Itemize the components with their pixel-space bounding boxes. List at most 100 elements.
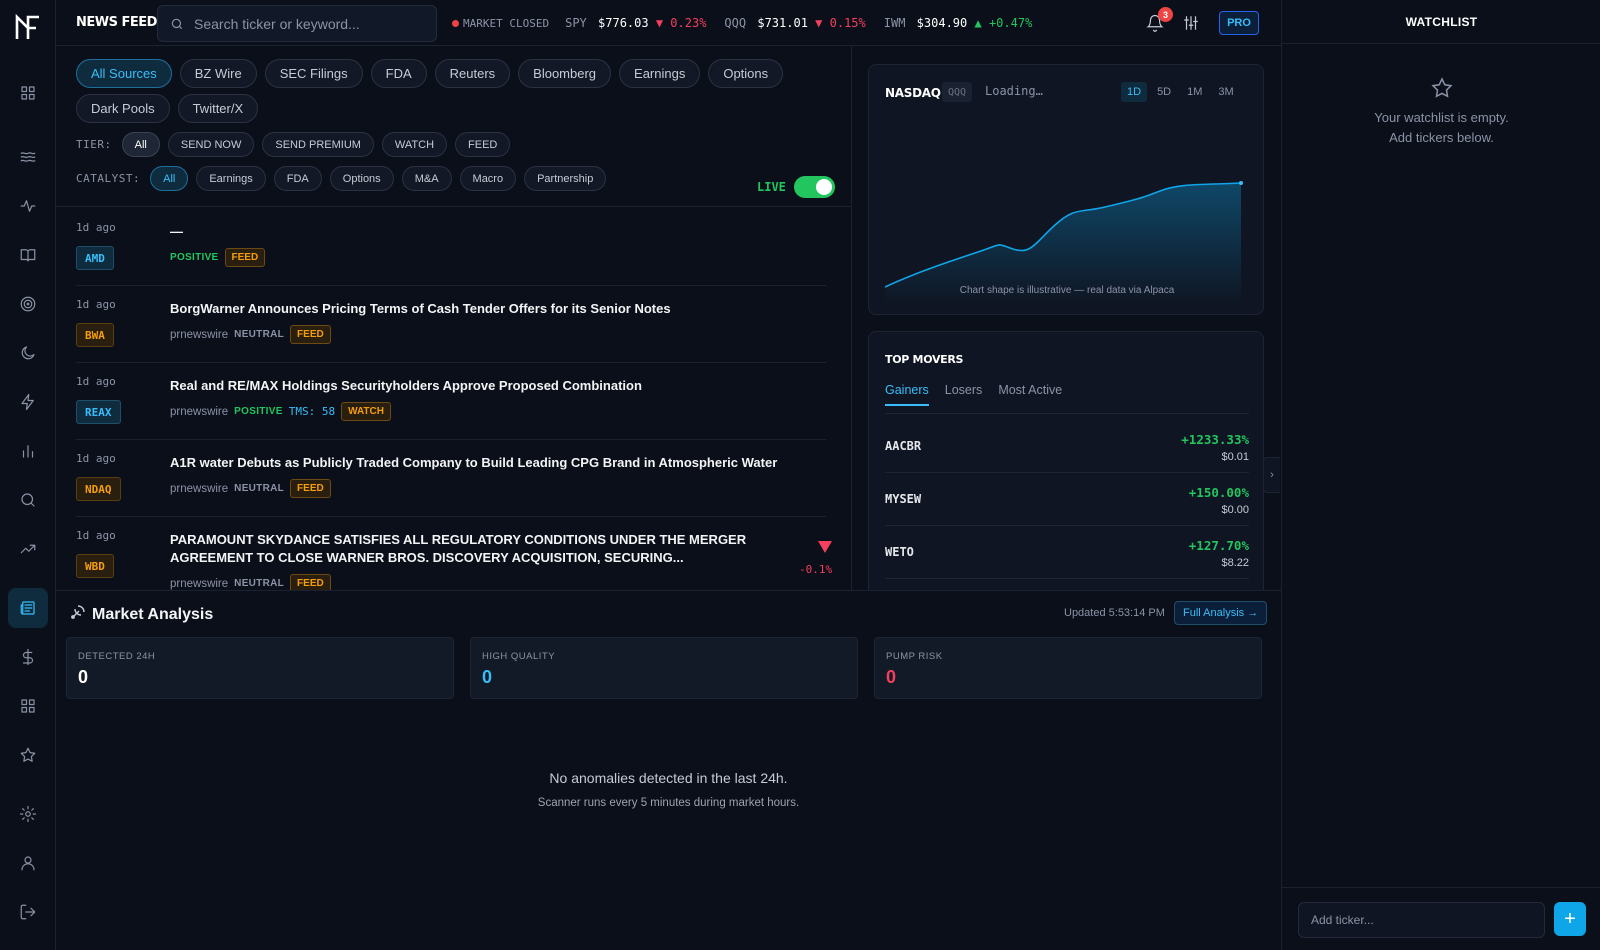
stat-label: PUMP RISK <box>886 651 943 662</box>
source-chip-dark-pools[interactable]: Dark Pools <box>76 94 170 123</box>
add-ticker-button[interactable]: + <box>1554 902 1586 936</box>
moon-icon[interactable] <box>8 333 48 373</box>
catalyst-chip-ma[interactable]: M&A <box>401 166 452 191</box>
ticker-badge[interactable]: BWA <box>76 323 114 347</box>
sentiment-label: POSITIVE <box>234 406 283 417</box>
target-icon[interactable] <box>8 284 48 324</box>
ticker-change: 0.15% <box>829 16 866 30</box>
source-chip-twitter[interactable]: Twitter/X <box>177 94 259 123</box>
ticker-badge[interactable]: AMD <box>76 246 114 270</box>
app-logo[interactable] <box>14 13 42 42</box>
source-chip-reuters[interactable]: Reuters <box>434 59 511 88</box>
news-headline[interactable]: Real and RE/MAX Holdings Securityholders… <box>170 377 790 395</box>
catalyst-chip-earnings[interactable]: Earnings <box>196 166 266 191</box>
source-chip-options[interactable]: Options <box>708 59 784 88</box>
news-icon[interactable] <box>8 588 48 628</box>
news-headline[interactable]: PARAMOUNT SKYDANCE SATISFIES ALL REGULAT… <box>170 531 790 567</box>
lightning-icon[interactable] <box>8 382 48 422</box>
mover-row[interactable]: WETO +127.70% $8.22 <box>885 526 1249 579</box>
tier-chip-watch[interactable]: WATCH <box>381 132 448 157</box>
stat-label: DETECTED 24H <box>78 651 156 662</box>
flow-icon[interactable] <box>8 137 48 177</box>
tab-most-active[interactable]: Most Active <box>998 383 1062 406</box>
news-item[interactable]: 1d ago AMD — POSITIVE FEED <box>76 207 826 286</box>
range-1d[interactable]: 1D <box>1121 82 1148 102</box>
tab-losers[interactable]: Losers <box>945 383 983 406</box>
news-headline[interactable]: A1R water Debuts as Publicly Traded Comp… <box>170 454 790 472</box>
source-chip-bz-wire[interactable]: BZ Wire <box>179 59 257 88</box>
news-source: prnewswire <box>170 405 229 418</box>
tier-chip-all[interactable]: All <box>121 132 160 157</box>
news-item[interactable]: 1d ago REAX Real and RE/MAX Holdings Sec… <box>76 361 826 440</box>
source-chip-fda[interactable]: FDA <box>370 59 427 88</box>
tier-chip-feed[interactable]: FEED <box>455 132 511 157</box>
search-icon[interactable] <box>8 480 48 520</box>
catalyst-filters: CATALYST: All Earnings FDA Options M&A M… <box>76 166 607 191</box>
news-item[interactable]: 1d ago BWA BorgWarner Announces Pricing … <box>76 284 826 363</box>
source-chip-all[interactable]: All Sources <box>76 59 172 88</box>
logout-icon[interactable] <box>8 892 48 932</box>
trending-icon[interactable] <box>8 529 48 569</box>
tier-tag: FEED <box>290 325 331 344</box>
dashboard-icon[interactable] <box>8 73 48 113</box>
tier-chip-send-now[interactable]: SEND NOW <box>167 132 255 157</box>
news-time: 1d ago <box>76 375 116 388</box>
catalyst-chip-partnership[interactable]: Partnership <box>524 166 607 191</box>
divider <box>1282 887 1600 888</box>
book-icon[interactable] <box>8 235 48 275</box>
source-filters-row1: All Sources BZ Wire SEC Filings FDA Reut… <box>76 59 784 88</box>
apps-icon[interactable] <box>8 686 48 726</box>
news-item[interactable]: 1d ago NDAQ A1R water Debuts as Publicly… <box>76 438 826 517</box>
catalyst-label: CATALYST: <box>76 172 141 185</box>
range-3m[interactable]: 3M <box>1212 82 1239 102</box>
source-chip-bloomberg[interactable]: Bloomberg <box>518 59 612 88</box>
catalyst-chip-fda[interactable]: FDA <box>273 166 322 191</box>
search-input[interactable] <box>194 6 429 41</box>
ticker-qqq[interactable]: QQQ $731.01 ▼ 0.15% <box>724 16 865 30</box>
source-chip-sec-filings[interactable]: SEC Filings <box>264 59 363 88</box>
tier-chip-send-premium[interactable]: SEND PREMIUM <box>262 132 374 157</box>
news-item[interactable]: 1d ago WBD PARAMOUNT SKYDANCE SATISFIES … <box>76 515 832 590</box>
settings-icon[interactable] <box>8 794 48 834</box>
star-icon <box>1430 76 1454 100</box>
ticker-badge[interactable]: REAX <box>76 400 121 424</box>
tier-tag: WATCH <box>341 402 391 421</box>
catalyst-chip-macro[interactable]: Macro <box>459 166 517 191</box>
empty-state-title: No anomalies detected in the last 24h. <box>549 770 788 786</box>
chevron-right-icon[interactable]: › <box>1263 457 1280 493</box>
live-label: LIVE <box>757 180 786 194</box>
full-analysis-button[interactable]: Full Analysis → <box>1174 601 1268 625</box>
ticker-badge[interactable]: NDAQ <box>76 477 121 501</box>
stat-label: HIGH QUALITY <box>482 651 556 662</box>
source-chip-earnings[interactable]: Earnings <box>619 59 701 88</box>
catalyst-chip-options[interactable]: Options <box>329 166 394 191</box>
bar-chart-icon[interactable] <box>8 431 48 471</box>
pulse-icon[interactable] <box>8 186 48 226</box>
ticker-iwm[interactable]: IWM $304.90 ▲ +0.47% <box>884 16 1033 30</box>
market-status-dot <box>452 19 459 27</box>
mover-row[interactable]: MYSEW +150.00% $0.00 <box>885 473 1249 526</box>
range-5d[interactable]: 5D <box>1151 82 1177 102</box>
dollar-icon[interactable] <box>8 637 48 677</box>
add-ticker-input[interactable] <box>1298 902 1545 938</box>
star-icon[interactable] <box>8 735 48 775</box>
news-headline[interactable]: — <box>170 223 790 241</box>
news-meta: prnewswire NEUTRAL FEED <box>170 479 331 498</box>
news-source: prnewswire <box>170 328 229 341</box>
tab-gainers[interactable]: Gainers <box>885 383 929 406</box>
search-box[interactable] <box>157 5 437 42</box>
mover-row[interactable]: AACBR +1233.33% $0.01 <box>885 420 1249 473</box>
news-headline[interactable]: BorgWarner Announces Pricing Terms of Ca… <box>170 300 790 318</box>
ticker-badge[interactable]: WBD <box>76 554 114 578</box>
sliders-icon[interactable] <box>1182 14 1200 32</box>
pro-badge[interactable]: PRO <box>1219 11 1259 35</box>
range-1m[interactable]: 1M <box>1181 82 1208 102</box>
mover-change: +127.70% <box>1188 538 1249 553</box>
user-icon[interactable] <box>8 843 48 883</box>
news-meta: POSITIVE FEED <box>170 248 266 267</box>
catalyst-chip-all[interactable]: All <box>150 166 189 191</box>
tier-tag: FEED <box>224 248 266 267</box>
ticker-spy[interactable]: SPY $776.03 ▼ 0.23% <box>565 16 706 30</box>
mover-symbol: WETO <box>885 545 914 559</box>
live-toggle[interactable] <box>793 176 835 198</box>
